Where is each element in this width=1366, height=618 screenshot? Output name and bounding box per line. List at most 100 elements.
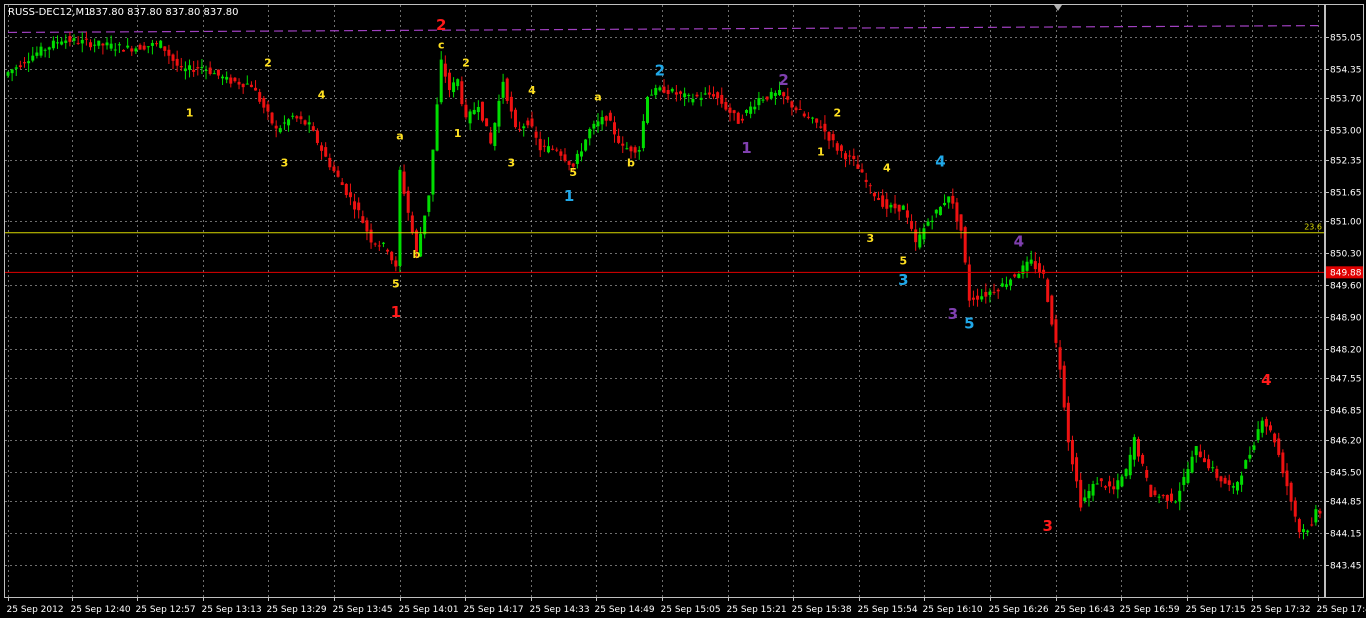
- candle-body: [629, 146, 633, 152]
- candle-body: [666, 90, 670, 95]
- wave-label: b: [627, 157, 635, 170]
- candle-body: [1099, 478, 1103, 482]
- candle-body: [802, 113, 806, 117]
- candle-body: [538, 138, 542, 151]
- candle-body: [1103, 486, 1107, 488]
- candle-body: [1244, 460, 1248, 469]
- candle-body: [621, 143, 625, 146]
- candle-body: [435, 104, 439, 151]
- candle-body: [14, 67, 18, 69]
- price-chart[interactable]: 23.6 849.88 1234a51b2c2134a51b21221435434…: [0, 0, 1366, 618]
- y-tick-label: 854.35: [1330, 66, 1362, 76]
- candle-body: [1202, 458, 1206, 463]
- candle-body: [670, 88, 674, 92]
- candle-body: [1252, 445, 1256, 450]
- wave-label: 5: [392, 277, 400, 290]
- x-tick-label: 25 Sep 16:43: [1055, 605, 1115, 615]
- candle-body: [439, 59, 443, 103]
- candle-body: [472, 109, 476, 115]
- candle-body: [505, 78, 509, 101]
- wave-label: 5: [569, 166, 577, 179]
- candle-body: [645, 96, 649, 123]
- candle-body: [683, 93, 687, 98]
- chart-canvas[interactable]: 23.6849.88 1234a51b2c2134a51b21221435434…: [0, 0, 1366, 618]
- candle-body: [716, 92, 720, 99]
- candle-body: [757, 98, 761, 106]
- candle-body: [377, 245, 381, 247]
- candle-body: [353, 201, 357, 210]
- x-tick-label: 25 Sep 15:05: [661, 605, 721, 615]
- candle-body: [126, 45, 130, 48]
- candle-body: [167, 49, 171, 56]
- candle-body: [1186, 469, 1190, 483]
- candle-body: [831, 134, 835, 141]
- candle-body: [447, 72, 451, 91]
- candle-body: [361, 216, 365, 223]
- candle-body: [1136, 439, 1140, 457]
- candle-body: [84, 38, 88, 40]
- candle-body: [1223, 477, 1227, 484]
- wave-label: 3: [866, 232, 874, 245]
- candle-body: [728, 107, 732, 113]
- candle-body: [848, 155, 852, 157]
- candle-body: [23, 62, 27, 64]
- candle-body: [179, 66, 183, 68]
- candle-body: [258, 92, 262, 102]
- candle-body: [328, 157, 332, 168]
- candle-body: [563, 154, 567, 161]
- candle-body: [1194, 446, 1198, 456]
- candle-body: [225, 76, 229, 80]
- symbol-title: RUSS-DEC12,M1: [8, 7, 90, 18]
- candle-body: [592, 123, 596, 129]
- candle-body: [749, 106, 753, 114]
- candle-body: [971, 297, 975, 300]
- candle-body: [109, 43, 113, 49]
- candle-body: [373, 243, 377, 245]
- candle-body: [1314, 509, 1318, 523]
- candle-body: [943, 202, 947, 206]
- candle-body: [992, 291, 996, 293]
- candle-body: [1095, 483, 1099, 485]
- candle-body: [1219, 476, 1223, 482]
- candle-body: [769, 91, 773, 99]
- candle-body: [1087, 491, 1091, 499]
- candle-body: [1215, 468, 1219, 478]
- candle-body: [1169, 493, 1173, 502]
- x-tick-label: 25 Sep 15:38: [792, 605, 852, 615]
- candle-body: [1256, 429, 1260, 441]
- candle-body: [658, 87, 662, 91]
- candle-body: [394, 260, 398, 267]
- candle-body: [212, 73, 216, 75]
- wave-label: b: [413, 248, 421, 261]
- candle-body: [790, 101, 794, 108]
- y-tick-label: 846.85: [1330, 407, 1362, 417]
- candle-body: [485, 118, 489, 127]
- wave-label: 1: [454, 127, 462, 140]
- wave-label: 2: [778, 71, 788, 89]
- candle-body: [526, 120, 530, 126]
- candle-body: [1009, 279, 1013, 286]
- candle-body: [1149, 484, 1153, 497]
- candle-body: [221, 76, 225, 79]
- candle-body: [340, 182, 344, 186]
- candle-body: [1310, 524, 1314, 526]
- candle-body: [579, 151, 583, 157]
- candle-body: [1301, 529, 1305, 533]
- candle-body: [679, 91, 683, 94]
- candle-body: [905, 210, 909, 218]
- x-tick-label: 25 Sep 17:32: [1251, 605, 1311, 615]
- candle-body: [1281, 452, 1285, 474]
- candle-body: [76, 42, 80, 44]
- candle-body: [406, 190, 410, 213]
- wave-label: 2: [833, 107, 841, 120]
- scroll-marker-icon[interactable]: [1054, 5, 1062, 11]
- candle-body: [897, 204, 901, 212]
- wave-label: 2: [436, 16, 446, 34]
- candle-body: [56, 42, 60, 44]
- candle-body: [976, 295, 980, 300]
- candle-body: [674, 92, 678, 95]
- candle-body: [542, 145, 546, 147]
- candle-body: [282, 122, 286, 124]
- candle-body: [996, 289, 1000, 292]
- candle-body: [1017, 273, 1021, 278]
